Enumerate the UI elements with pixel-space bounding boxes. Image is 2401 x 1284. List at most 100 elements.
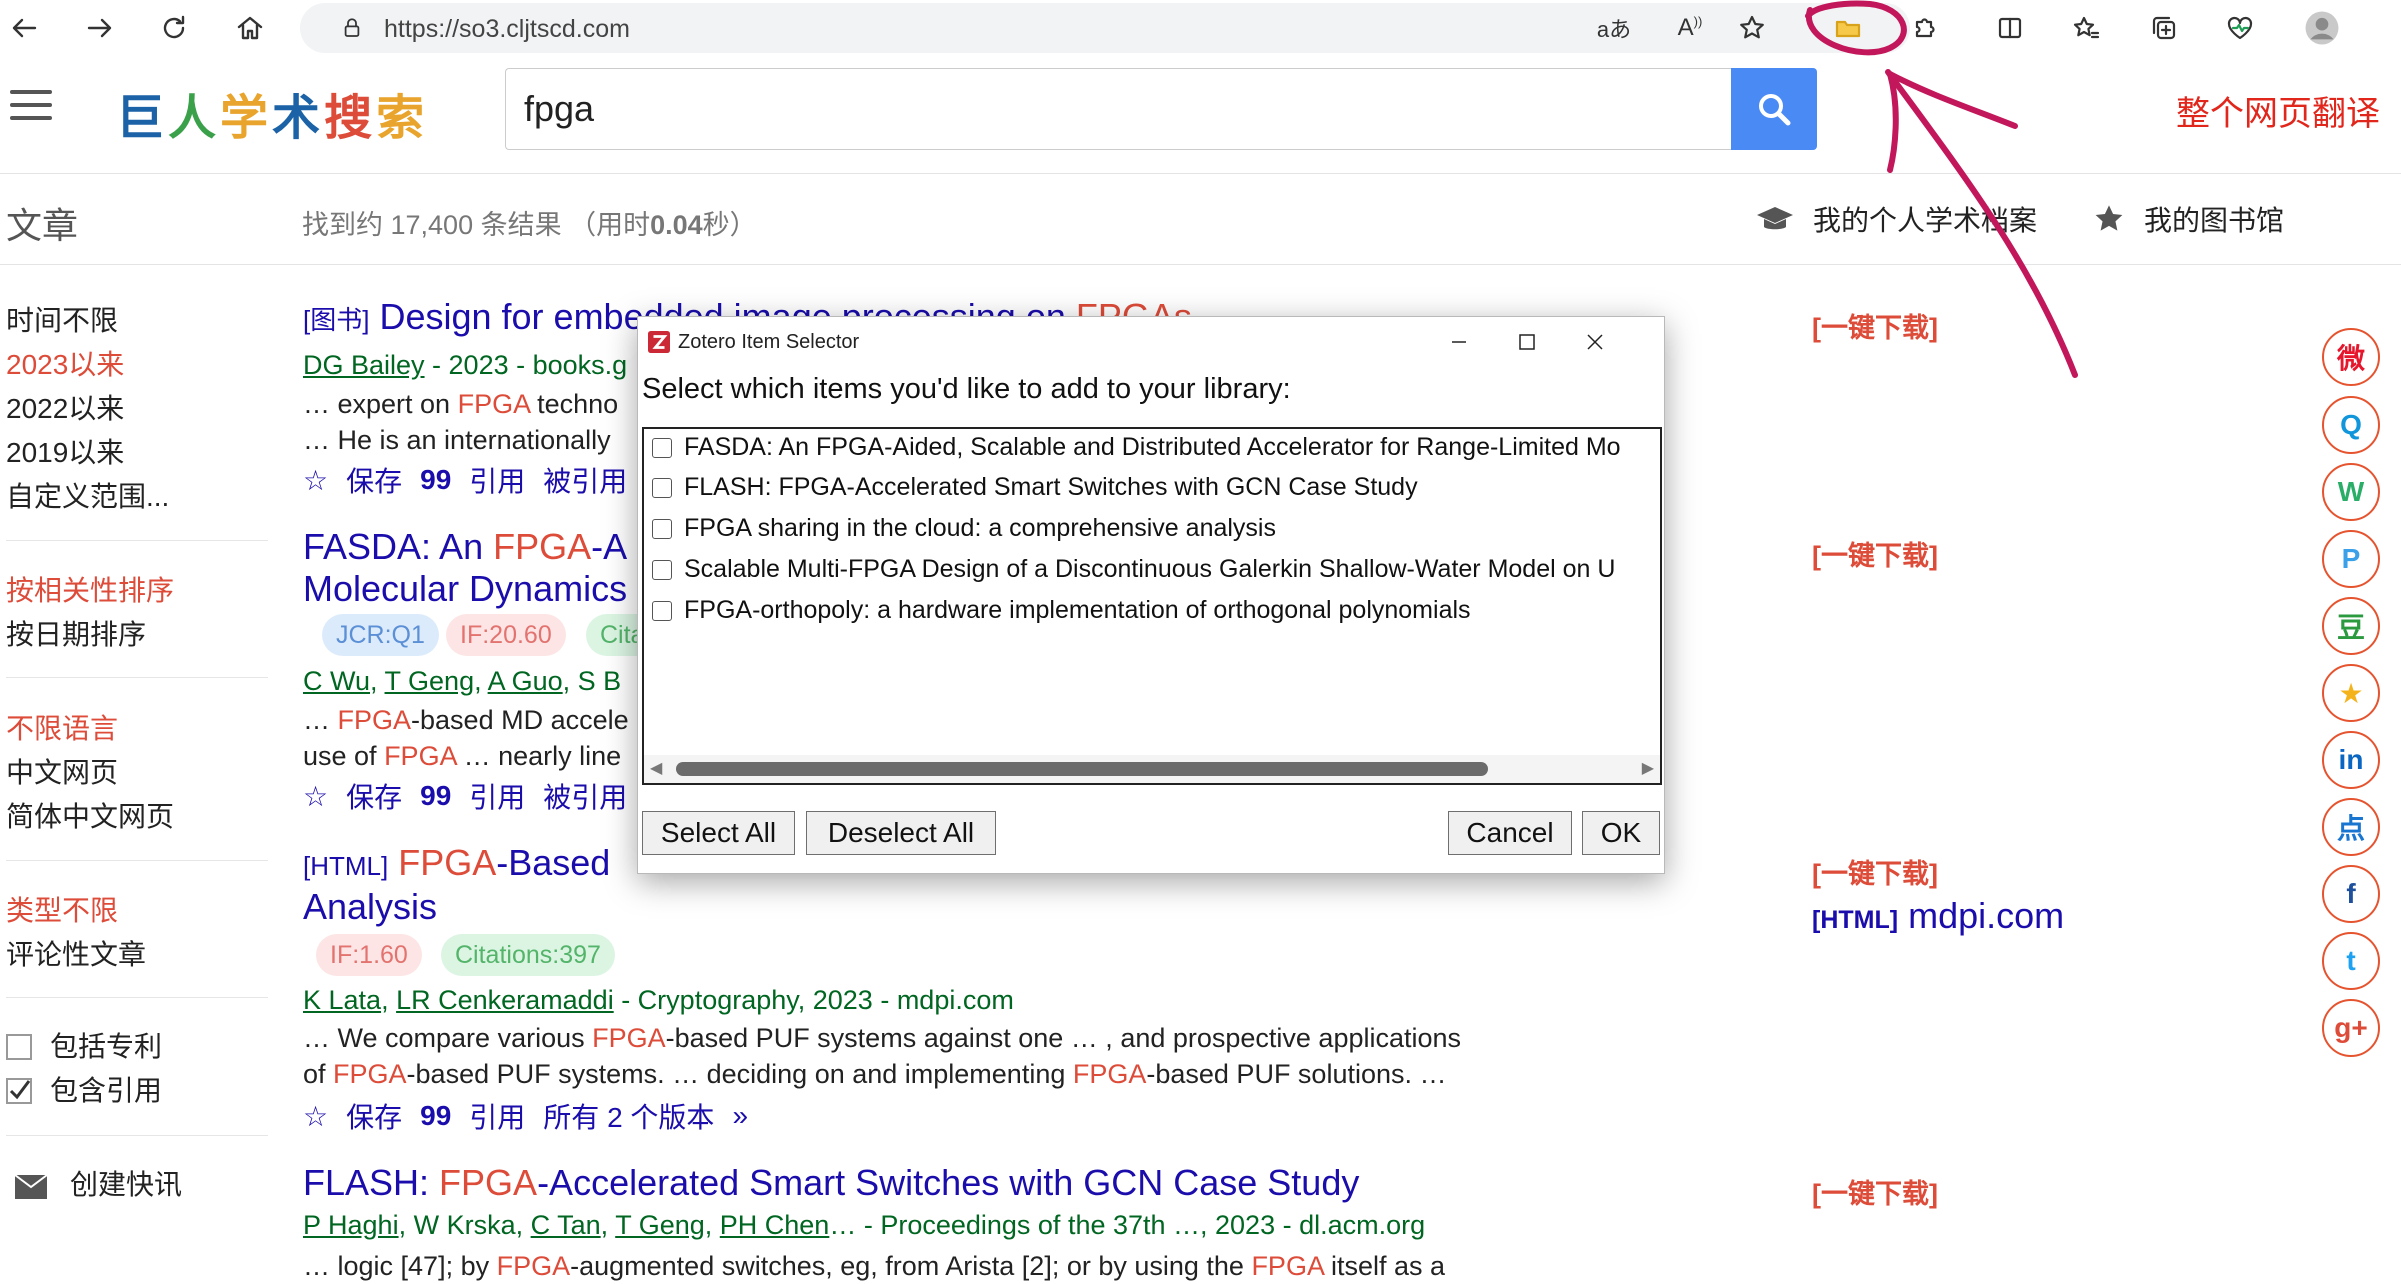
search-button[interactable] [1731, 68, 1817, 150]
filter-type-any[interactable]: 类型不限 [6, 889, 118, 929]
extensions-icon[interactable] [1900, 4, 1948, 52]
item-checkbox[interactable] [652, 600, 672, 621]
qzone-share-icon[interactable]: ★ [2322, 664, 2380, 722]
select-all-button[interactable]: Select All [642, 811, 795, 855]
filter-time-2022[interactable]: 2022以来 [6, 387, 124, 427]
result-title-link[interactable]: Molecular Dynamics [303, 568, 627, 610]
html-source-link[interactable]: [HTML] mdpi.com [1812, 895, 2064, 937]
author-link[interactable]: C Tan [531, 1210, 601, 1240]
filter-time-2023[interactable]: 2023以来 [6, 343, 124, 383]
minimize-icon[interactable] [1444, 327, 1474, 357]
back-icon[interactable] [0, 4, 48, 52]
cancel-button[interactable]: Cancel [1448, 811, 1572, 855]
one-click-download-link[interactable]: [一键下载] [1812, 1172, 1938, 1211]
pinterest-share-icon[interactable]: P [2322, 530, 2380, 588]
cite-link[interactable]: 引用 [469, 460, 525, 500]
weibo-share-icon[interactable]: 微 [2322, 328, 2380, 386]
linkedin-share-icon[interactable]: in [2322, 731, 2380, 789]
cite-link[interactable]: 引用 [469, 776, 525, 816]
item-checkbox[interactable] [652, 518, 672, 539]
item-row[interactable]: FPGA sharing in the cloud: a comprehensi… [652, 514, 1276, 543]
filter-lang-chinese[interactable]: 中文网页 [6, 751, 118, 791]
read-aloud-icon[interactable]: aあ [1590, 4, 1638, 52]
scrollbar-thumb[interactable] [676, 762, 1488, 776]
quote-icon[interactable]: 99 [420, 464, 451, 496]
home-icon[interactable] [226, 4, 274, 52]
item-row[interactable]: FLASH: FPGA-Accelerated Smart Switches w… [652, 473, 1418, 502]
favorite-star-icon[interactable] [1728, 4, 1776, 52]
create-alert-link[interactable]: 创建快讯 [14, 1163, 182, 1203]
collections-icon[interactable] [2140, 4, 2188, 52]
menu-icon[interactable] [10, 90, 52, 130]
filter-type-review[interactable]: 评论性文章 [6, 933, 146, 973]
text-size-icon[interactable]: A)) [1666, 4, 1714, 52]
my-library-link[interactable]: 我的图书馆 [2092, 199, 2284, 239]
item-row[interactable]: FPGA-orthopoly: a hardware implementatio… [652, 596, 1471, 625]
dialog-titlebar[interactable]: Zotero Item Selector [638, 317, 1664, 367]
scroll-right-icon[interactable]: ▶ [1642, 758, 1654, 778]
save-star-icon[interactable]: ☆ [303, 780, 328, 813]
more-chevron-icon[interactable]: » [732, 1100, 748, 1132]
zotero-folder-icon[interactable] [1824, 4, 1872, 52]
author-link[interactable]: P Haghi [303, 1210, 399, 1240]
cited-by-link[interactable]: 被引用 [543, 776, 627, 816]
include-patents-checkbox[interactable] [6, 1033, 32, 1060]
item-row[interactable]: Scalable Multi-FPGA Design of a Disconti… [652, 555, 1615, 584]
facebook-share-icon[interactable]: f [2322, 865, 2380, 923]
item-row[interactable]: FASDA: An FPGA-Aided, Scalable and Distr… [652, 433, 1621, 462]
author-link[interactable]: C Wu [303, 666, 370, 696]
my-profile-link[interactable]: 我的个人学术档案 [1755, 199, 2037, 239]
address-bar[interactable]: https://so3.cljtscd.com aあ A)) [300, 3, 1910, 53]
item-checkbox[interactable] [652, 477, 672, 498]
qq-share-icon[interactable]: Q [2322, 396, 2380, 454]
result-title-link[interactable]: FLASH: FPGA-Accelerated Smart Switches w… [303, 1162, 1359, 1204]
include-citations-option[interactable]: 包含引用 [6, 1069, 162, 1109]
cited-by-link[interactable]: 被引用 [543, 460, 627, 500]
result-title-link[interactable]: [HTML] FPGA-Based [303, 842, 610, 884]
browser-essentials-icon[interactable] [2216, 4, 2264, 52]
maximize-icon[interactable] [1512, 327, 1542, 357]
close-icon[interactable] [1580, 327, 1610, 357]
deselect-all-button[interactable]: Deselect All [806, 811, 996, 855]
author-link[interactable]: T Geng [385, 666, 475, 696]
filter-time-any[interactable]: 时间不限 [6, 299, 118, 339]
versions-link[interactable]: 所有 2 个版本 [543, 1096, 714, 1136]
item-checkbox[interactable] [652, 437, 672, 458]
result-title-link[interactable]: FASDA: An FPGA-A [303, 526, 627, 568]
author-link[interactable]: PH Chen [720, 1210, 830, 1240]
quote-icon[interactable]: 99 [420, 780, 451, 812]
save-link[interactable]: 保存 [346, 1096, 402, 1136]
twitter-share-icon[interactable]: t [2322, 932, 2380, 990]
lock-icon[interactable] [328, 4, 376, 52]
item-checkbox[interactable] [652, 559, 672, 580]
save-link[interactable]: 保存 [346, 460, 402, 500]
refresh-icon[interactable] [150, 4, 198, 52]
author-link[interactable]: LR Cenkeramaddi [396, 985, 614, 1015]
google-plus-share-icon[interactable]: g+ [2322, 999, 2380, 1057]
wechat-share-icon[interactable]: W [2322, 463, 2380, 521]
quote-icon[interactable]: 99 [420, 1100, 451, 1132]
result-title-link[interactable]: Analysis [303, 886, 437, 928]
site-logo[interactable]: 巨人学术搜索 [116, 78, 428, 148]
one-click-download-link[interactable]: [一键下载] [1812, 852, 1938, 891]
cite-link[interactable]: 引用 [469, 1096, 525, 1136]
save-star-icon[interactable]: ☆ [303, 464, 328, 497]
author-link[interactable]: T Geng [615, 1210, 705, 1240]
save-star-icon[interactable]: ☆ [303, 1100, 328, 1133]
ok-button[interactable]: OK [1582, 811, 1660, 855]
include-patents-option[interactable]: 包括专利 [6, 1025, 162, 1065]
horizontal-scrollbar[interactable]: ◀ ▶ [644, 755, 1660, 783]
sort-relevance[interactable]: 按相关性排序 [6, 569, 174, 609]
sort-date[interactable]: 按日期排序 [6, 613, 146, 653]
douban-share-icon[interactable]: 豆 [2322, 597, 2380, 655]
scroll-left-icon[interactable]: ◀ [650, 758, 662, 778]
save-link[interactable]: 保存 [346, 776, 402, 816]
filter-lang-any[interactable]: 不限语言 [6, 707, 118, 747]
filter-time-custom[interactable]: 自定义范围... [6, 475, 169, 515]
one-click-download-link[interactable]: [一键下载] [1812, 306, 1938, 345]
split-screen-icon[interactable] [1986, 4, 2034, 52]
search-input[interactable]: fpga [505, 68, 1732, 150]
profile-avatar[interactable] [2298, 4, 2346, 52]
include-citations-checkbox[interactable] [6, 1077, 32, 1104]
author-link[interactable]: K Lata [303, 985, 381, 1015]
